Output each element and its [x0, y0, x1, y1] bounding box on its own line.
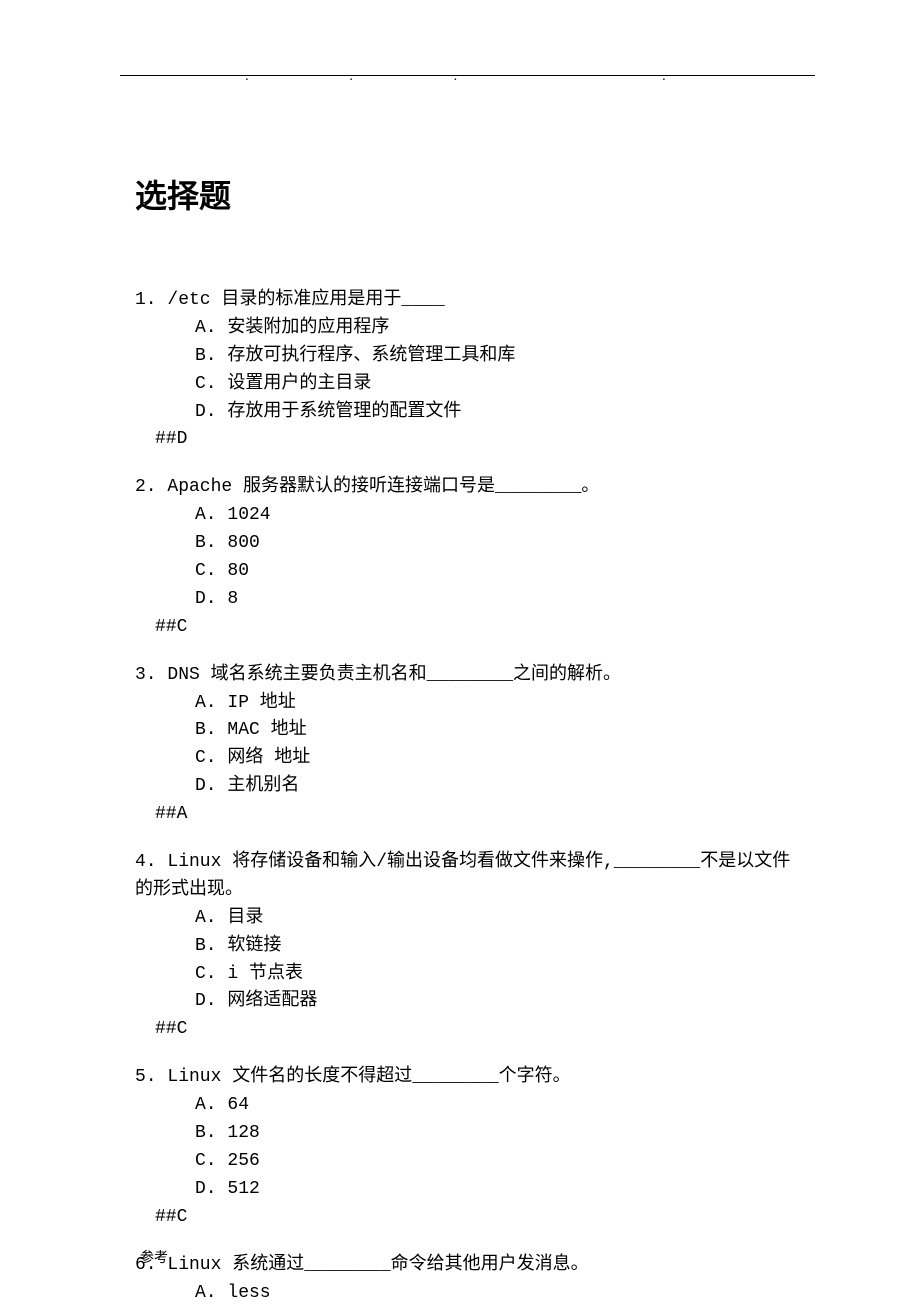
question-stem: 6. Linux 系统通过________命令给其他用户发消息。: [135, 1252, 800, 1280]
option-a: A. 安装附加的应用程序: [195, 315, 800, 343]
option-c: C. 80: [195, 558, 800, 586]
option-c: C. i 节点表: [195, 961, 800, 989]
section-heading: 选择题: [135, 171, 800, 217]
option-a: A. 1024: [195, 502, 800, 530]
option-c: C. 256: [195, 1148, 800, 1176]
option-b: B. 800: [195, 530, 800, 558]
option-a: A. 目录: [195, 905, 800, 933]
question-stem: 2. Apache 服务器默认的接听连接端口号是________。: [135, 474, 800, 502]
option-b: B. MAC 地址: [195, 717, 800, 745]
question-3: 3. DNS 域名系统主要负责主机名和________之间的解析。 A. IP …: [135, 662, 800, 829]
option-d: D. 主机别名: [195, 773, 800, 801]
page-footer: 参考: [140, 1247, 168, 1267]
option-list: A. 目录 B. 软链接 C. i 节点表 D. 网络适配器: [135, 905, 800, 1017]
question-stem: 1. /etc 目录的标准应用是用于____: [135, 287, 800, 315]
question-stem: 3. DNS 域名系统主要负责主机名和________之间的解析。: [135, 662, 800, 690]
header-rule: . . . .: [120, 75, 815, 76]
answer-marker: ##C: [135, 1016, 800, 1044]
option-b: B. 128: [195, 1120, 800, 1148]
dot-icon: .: [245, 69, 249, 85]
answer-marker: ##A: [135, 801, 800, 829]
option-list: A. 安装附加的应用程序 B. 存放可执行程序、系统管理工具和库 C. 设置用户…: [135, 315, 800, 427]
dot-icon: .: [454, 69, 458, 85]
option-list: A. 64 B. 128 C. 256 D. 512: [135, 1092, 800, 1204]
option-d: D. 存放用于系统管理的配置文件: [195, 399, 800, 427]
answer-marker: ##D: [135, 426, 800, 454]
option-c: C. 网络 地址: [195, 745, 800, 773]
option-d: D. 512: [195, 1176, 800, 1204]
question-2: 2. Apache 服务器默认的接听连接端口号是________。 A. 102…: [135, 474, 800, 641]
option-a: A. 64: [195, 1092, 800, 1120]
option-d: D. 网络适配器: [195, 988, 800, 1016]
question-4: 4. Linux 将存储设备和输入/输出设备均看做文件来操作,________不…: [135, 849, 800, 1044]
option-c: C. 设置用户的主目录: [195, 371, 800, 399]
answer-marker: ##C: [135, 1204, 800, 1232]
question-list: 1. /etc 目录的标准应用是用于____ A. 安装附加的应用程序 B. 存…: [135, 287, 800, 1307]
option-a: A. IP 地址: [195, 690, 800, 718]
dot-icon: .: [662, 69, 666, 85]
question-stem: 5. Linux 文件名的长度不得超过________个字符。: [135, 1064, 800, 1092]
option-d: D. 8: [195, 586, 800, 614]
option-list: A. less: [135, 1280, 800, 1307]
option-b: B. 存放可执行程序、系统管理工具和库: [195, 343, 800, 371]
dot-icon: .: [349, 69, 353, 85]
answer-marker: ##C: [135, 614, 800, 642]
question-5: 5. Linux 文件名的长度不得超过________个字符。 A. 64 B.…: [135, 1064, 800, 1231]
option-list: A. IP 地址 B. MAC 地址 C. 网络 地址 D. 主机别名: [135, 690, 800, 802]
page: . . . . 选择题 1. /etc 目录的标准应用是用于____ A. 安装…: [0, 0, 920, 1302]
question-stem: 4. Linux 将存储设备和输入/输出设备均看做文件来操作,________不…: [135, 849, 800, 905]
option-list: A. 1024 B. 800 C. 80 D. 8: [135, 502, 800, 614]
option-a: A. less: [195, 1280, 800, 1307]
question-1: 1. /etc 目录的标准应用是用于____ A. 安装附加的应用程序 B. 存…: [135, 287, 800, 454]
option-b: B. 软链接: [195, 933, 800, 961]
question-6: 6. Linux 系统通过________命令给其他用户发消息。 A. less: [135, 1252, 800, 1307]
